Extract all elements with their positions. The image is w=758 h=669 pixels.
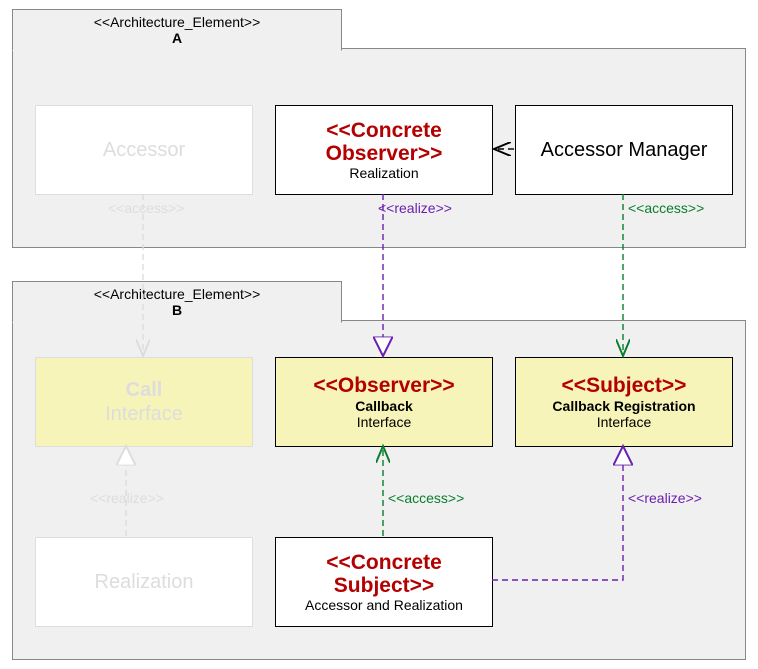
package-b-tab: <<Architecture_Element>> B bbox=[12, 281, 342, 323]
box-accessor: Accessor bbox=[35, 105, 253, 195]
package-b-name: B bbox=[41, 302, 313, 318]
label-realize-call: <<realize>> bbox=[90, 490, 164, 506]
box-accessor-manager: Accessor Manager bbox=[515, 105, 733, 195]
observer-sub-b: Callback bbox=[355, 398, 413, 414]
label-realize-observer: <<realize>> bbox=[378, 200, 452, 216]
box-call-interface: Call Interface bbox=[35, 357, 253, 447]
package-a-name: A bbox=[41, 30, 313, 46]
box-observer: <<Observer>> Callback Interface bbox=[275, 357, 493, 447]
label-access-observer: <<access>> bbox=[388, 490, 464, 506]
box-concrete-observer: <<Concrete Observer>> Realization bbox=[275, 105, 493, 195]
realization-title: Realization bbox=[95, 570, 194, 594]
package-a: <<Architecture_Element>> A Accessor <<Co… bbox=[12, 48, 746, 248]
concrete-observer-stereotype: <<Concrete Observer>> bbox=[280, 119, 488, 165]
box-subject: <<Subject>> Callback Registration Interf… bbox=[515, 357, 733, 447]
concrete-observer-sub: Realization bbox=[349, 165, 418, 181]
box-realization: Realization bbox=[35, 537, 253, 627]
accessor-title: Accessor bbox=[103, 138, 185, 162]
package-a-stereotype: <<Architecture_Element>> bbox=[41, 14, 313, 30]
package-a-tab: <<Architecture_Element>> A bbox=[12, 9, 342, 51]
label-access-subject: <<access>> bbox=[628, 200, 704, 216]
subject-sub-b: Callback Registration bbox=[552, 398, 695, 414]
label-access-accessor: <<access>> bbox=[108, 200, 184, 216]
accessor-manager-title: Accessor Manager bbox=[541, 138, 708, 162]
call-interface-title2: Interface bbox=[105, 402, 183, 426]
label-realize-subject: <<realize>> bbox=[628, 490, 702, 506]
observer-stereotype: <<Observer>> bbox=[313, 374, 454, 397]
call-interface-title1: Call bbox=[126, 378, 163, 402]
observer-sub: Interface bbox=[357, 414, 411, 430]
package-b-stereotype: <<Architecture_Element>> bbox=[41, 286, 313, 302]
concrete-subject-sub: Accessor and Realization bbox=[305, 597, 463, 613]
concrete-subject-stereotype: <<Concrete Subject>> bbox=[280, 551, 488, 597]
subject-stereotype: <<Subject>> bbox=[562, 374, 687, 397]
box-concrete-subject: <<Concrete Subject>> Accessor and Realiz… bbox=[275, 537, 493, 627]
subject-sub: Interface bbox=[597, 414, 651, 430]
